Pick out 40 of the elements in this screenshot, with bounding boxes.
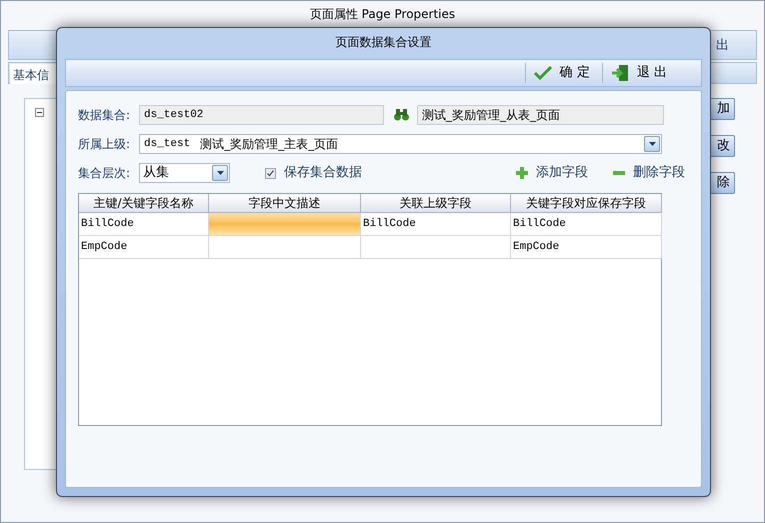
field-action-button[interactable]: 添加字段 <box>516 163 588 183</box>
dialog-title: 页面数据集合设置 <box>334 34 432 51</box>
checkbox-label: 保存集合数据 <box>284 164 362 182</box>
dataset-field[interactable]: ds_test02 <box>139 105 384 125</box>
save-data-checkbox[interactable] <box>265 168 276 178</box>
toolbar-button[interactable]: 确 定 <box>524 63 594 83</box>
collapse-icon[interactable] <box>35 108 44 117</box>
exit-door-icon <box>610 64 629 82</box>
column-header[interactable]: 关键字段对应保存字段 <box>511 194 662 213</box>
checkmark-icon <box>267 170 274 176</box>
plus-icon <box>516 167 528 179</box>
binoculars-icon[interactable] <box>394 109 409 121</box>
field-label: 数据集合: <box>78 107 132 124</box>
table-cell[interactable]: EmpCode <box>511 236 662 259</box>
field-label: 所属上级: <box>78 136 132 153</box>
table-cell[interactable]: EmpCode <box>79 236 209 259</box>
table-cell[interactable]: BillCode <box>79 213 209 236</box>
tab[interactable]: 基本信 <box>10 64 56 84</box>
description-field[interactable]: 测试_奖励管理_从表_页面 <box>417 105 664 125</box>
table-cell[interactable] <box>209 236 361 259</box>
dropdown-button[interactable] <box>644 136 660 152</box>
window-title: 页面属性 Page Properties <box>308 6 456 23</box>
parent-dropdown[interactable]: ds_test 测试_奖励管理_主表_页面 <box>139 134 662 154</box>
column-header[interactable]: 关联上级字段 <box>361 194 511 213</box>
caret-icon <box>648 142 656 146</box>
table-cell[interactable]: BillCode <box>361 213 511 236</box>
toolbar-button[interactable]: 退 出 <box>602 63 671 83</box>
minus-icon <box>613 171 625 175</box>
table-cell[interactable]: BillCode <box>511 213 662 236</box>
field-action-button[interactable]: 删除字段 <box>613 163 685 183</box>
dropdown-button[interactable] <box>212 165 228 181</box>
caret-icon <box>216 171 224 175</box>
table-cell[interactable] <box>209 213 361 236</box>
column-header[interactable]: 字段中文描述 <box>209 194 361 213</box>
checkmark-icon <box>534 66 552 80</box>
table-cell[interactable] <box>361 236 511 259</box>
toolbar-button[interactable]: 出 <box>716 36 729 56</box>
level-dropdown[interactable]: 从集 <box>139 163 230 183</box>
column-header[interactable]: 主键/关键字段名称 <box>79 194 209 213</box>
field-label: 集合层次: <box>78 165 132 182</box>
